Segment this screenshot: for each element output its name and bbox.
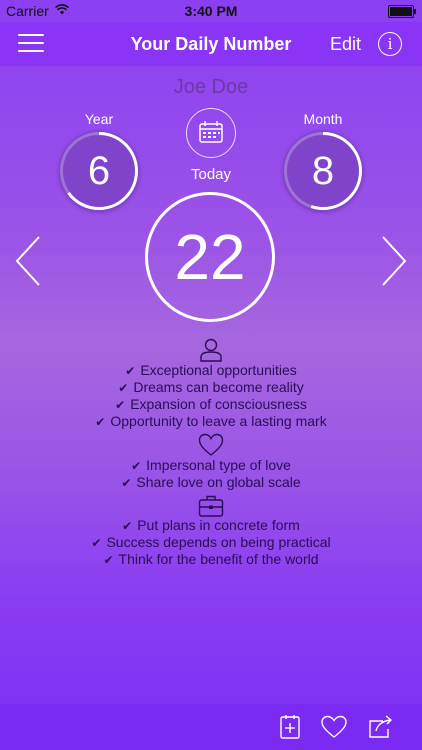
work-item-3: ✔ Think for the benefit of the world (103, 551, 319, 567)
profile-name: Joe Doe (173, 76, 249, 98)
today-number-ring[interactable]: 22 (145, 192, 275, 322)
check-icon: ✔ (91, 536, 102, 550)
love-item-1: ✔ Impersonal type of love (131, 457, 291, 473)
info-button[interactable]: i (378, 32, 402, 56)
bottom-toolbar (0, 704, 422, 750)
person-icon (200, 338, 222, 362)
today-number: 22 (174, 221, 246, 293)
year-label: Year (84, 111, 114, 127)
previous-day-arrow-icon[interactable] (14, 234, 42, 288)
status-bar: Carrier 3:40 PM (0, 0, 422, 22)
check-icon: ✔ (131, 459, 142, 473)
check-icon: ✔ (115, 398, 126, 412)
battery-icon (388, 5, 416, 18)
work-item-1: ✔ Put plans in concrete form (122, 517, 300, 533)
add-note-icon[interactable] (276, 714, 304, 740)
edit-button[interactable]: Edit (330, 34, 361, 55)
next-day-arrow-icon[interactable] (380, 234, 408, 288)
check-icon: ✔ (103, 553, 114, 567)
love-item-2: ✔ Share love on global scale (121, 474, 301, 490)
navigation-bar: Your Daily Number Edit i (0, 22, 422, 66)
check-icon: ✔ (95, 415, 106, 429)
today-label: Today (190, 166, 232, 183)
check-icon: ✔ (122, 519, 133, 533)
favorite-heart-icon[interactable] (320, 714, 348, 740)
calendar-icon (199, 121, 223, 143)
check-icon: ✔ (125, 364, 136, 378)
month-label: Month (303, 111, 343, 127)
clock: 3:40 PM (184, 3, 238, 19)
personal-item-1: ✔ Exceptional opportunities (125, 362, 297, 378)
calendar-button[interactable] (186, 108, 236, 158)
heart-icon (198, 433, 224, 456)
check-icon: ✔ (118, 381, 129, 395)
share-icon[interactable] (366, 714, 394, 740)
briefcase-icon (198, 495, 224, 517)
personal-item-2: ✔ Dreams can become reality (118, 379, 304, 395)
check-icon: ✔ (121, 476, 132, 490)
work-item-2: ✔ Success depends on being practical (91, 534, 331, 550)
personal-item-3: ✔ Expansion of consciousness (115, 396, 307, 412)
personal-item-4: ✔ Opportunity to leave a lasting mark (95, 413, 327, 429)
